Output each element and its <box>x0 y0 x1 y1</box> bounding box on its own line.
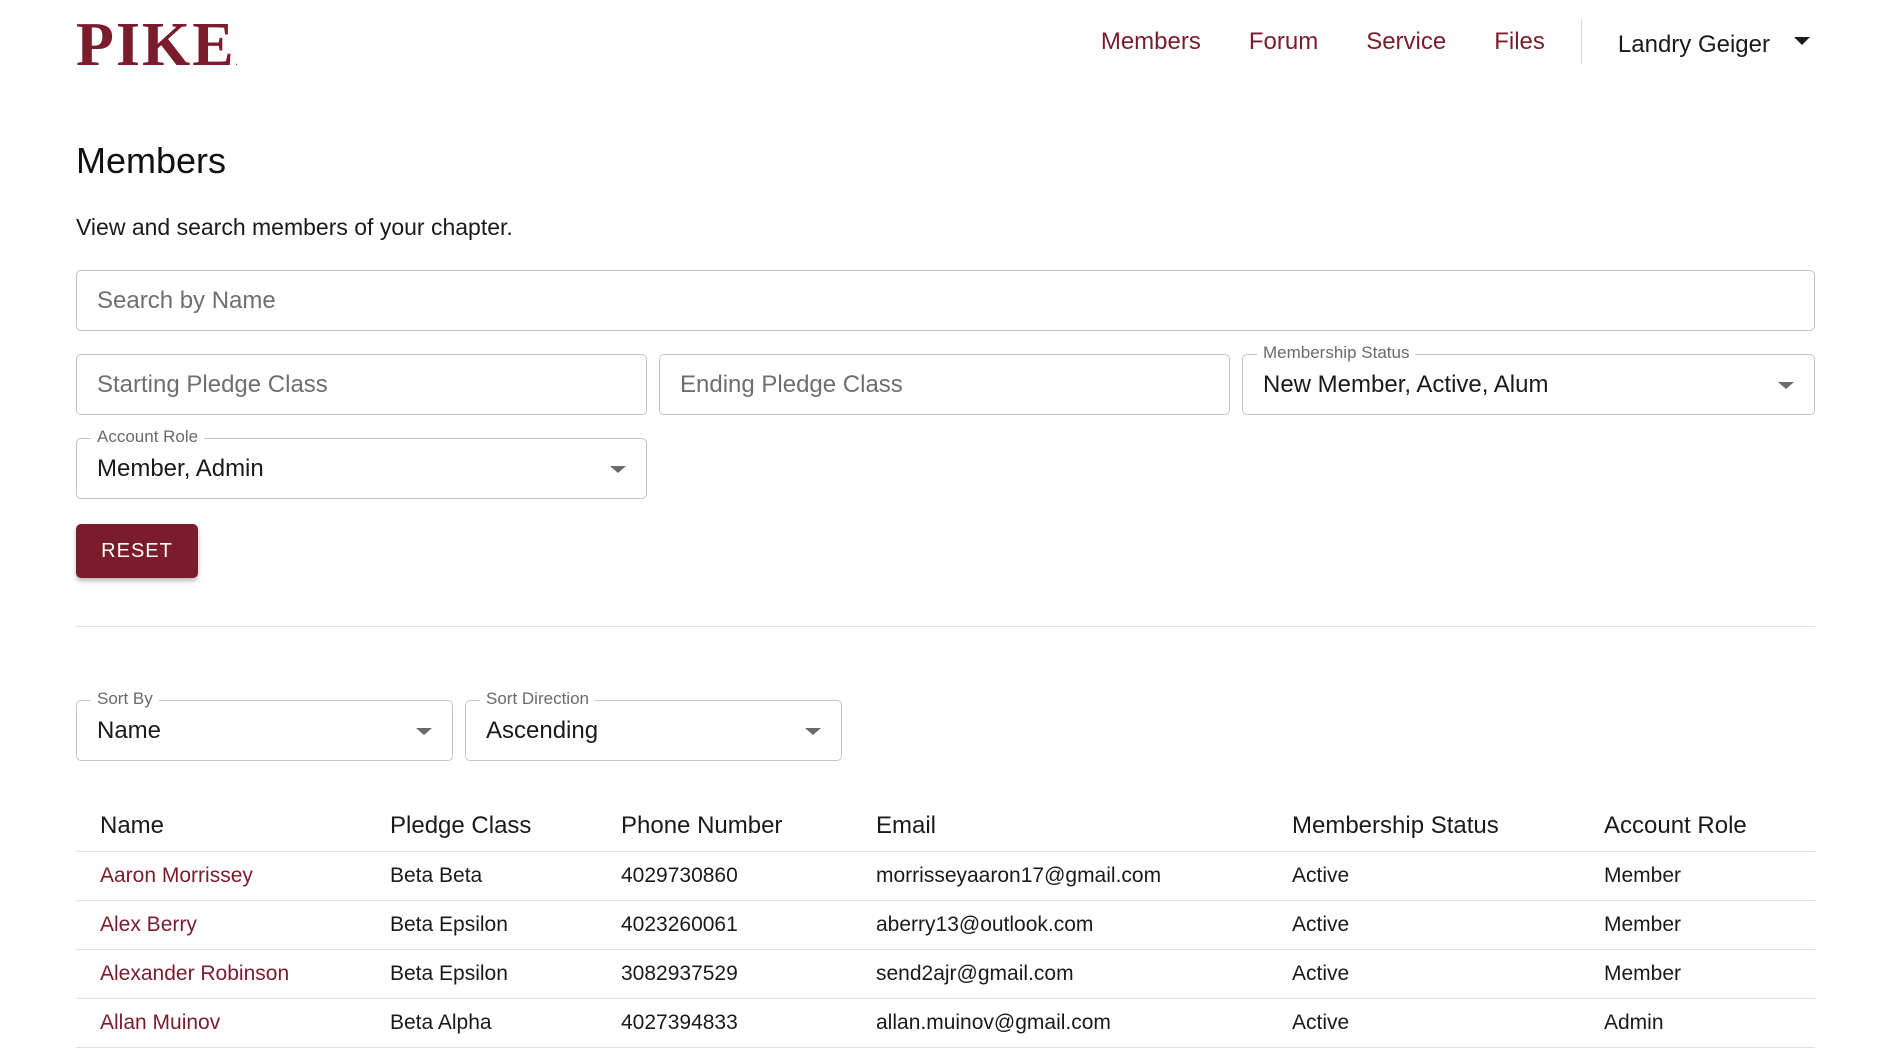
membership-status-label: Membership Status <box>1257 343 1416 363</box>
nav-link-forum[interactable]: Forum <box>1249 28 1318 56</box>
page-title: Members <box>76 140 227 181</box>
phone-cell: 3082937529 <box>621 962 738 985</box>
account-role-select[interactable]: Account Role Member, Admin <box>76 427 647 499</box>
pledge-class-cell: Beta Beta <box>390 864 483 887</box>
nav-divider <box>1580 20 1582 64</box>
email-cell: aberry13@outlook.com <box>876 913 1094 936</box>
account-role-cell: Member <box>1604 864 1682 887</box>
table-row: Alex Berry Beta Epsilon 4023260061 aberr… <box>76 901 1815 950</box>
dropdown-arrow-icon <box>610 465 626 473</box>
header-pledge-class[interactable]: Pledge Class <box>390 812 531 840</box>
sort-by-select[interactable]: Sort By Name <box>76 689 453 761</box>
table-row: Alexander Robinson Beta Epsilon 30829375… <box>76 950 1815 999</box>
user-name: Landry Geiger <box>1617 31 1770 58</box>
member-name-link[interactable]: Allan Muinov <box>100 1011 220 1035</box>
sort-direction-select[interactable]: Sort Direction Ascending <box>465 689 842 761</box>
nav-link-members[interactable]: Members <box>1101 28 1201 56</box>
starting-pledge-class-placeholder: Starting Pledge Class <box>97 370 328 398</box>
pledge-class-cell: Beta Alpha <box>390 1011 492 1034</box>
header-account-role[interactable]: Account Role <box>1604 812 1747 840</box>
membership-status-cell: Active <box>1292 962 1350 985</box>
header-name[interactable]: Name <box>100 812 164 840</box>
pledge-class-cell: Beta Epsilon <box>390 962 508 985</box>
dropdown-arrow-icon <box>805 727 821 735</box>
sort-direction-value: Ascending <box>486 716 599 744</box>
search-input[interactable]: Search by Name <box>76 270 1815 331</box>
search-placeholder: Search by Name <box>97 286 276 314</box>
member-name-link[interactable]: Alex Berry <box>100 913 197 937</box>
starting-pledge-class-input[interactable]: Starting Pledge Class <box>76 354 647 415</box>
user-menu[interactable]: Landry Geiger <box>1618 31 1810 59</box>
sort-by-label: Sort By <box>91 689 159 709</box>
brand-logo[interactable]: PIKE. <box>76 14 238 94</box>
header-membership-status[interactable]: Membership Status <box>1292 812 1499 840</box>
ending-pledge-class-placeholder: Ending Pledge Class <box>680 370 903 398</box>
table-row: Allan Muinov Beta Alpha 4027394833 allan… <box>76 999 1815 1048</box>
member-name-link[interactable]: Alexander Robinson <box>100 962 289 986</box>
main-nav: Members Forum Service Files Landry Geige… <box>1101 0 1878 84</box>
membership-status-value: New Member, Active, Alum <box>1263 370 1549 398</box>
table-row: Aaron Morrissey Beta Beta 4029730860 mor… <box>76 852 1815 901</box>
membership-status-cell: Active <box>1292 913 1350 936</box>
member-name-link[interactable]: Aaron Morrissey <box>100 864 253 888</box>
pledge-class-cell: Beta Epsilon <box>390 913 508 936</box>
account-role-label: Account Role <box>91 427 205 447</box>
membership-status-select[interactable]: Membership Status New Member, Active, Al… <box>1242 343 1815 415</box>
email-cell: allan.muinov@gmail.com <box>876 1011 1111 1034</box>
sort-direction-label: Sort Direction <box>480 689 595 709</box>
dropdown-arrow-icon <box>416 727 432 735</box>
table-header-row: Name Pledge Class Phone Number Email Mem… <box>76 800 1815 852</box>
page-description: View and search members of your chapter. <box>76 214 513 240</box>
header-phone-number[interactable]: Phone Number <box>621 812 782 840</box>
chevron-down-icon <box>1794 37 1810 45</box>
reset-button[interactable]: RESET <box>76 524 198 578</box>
email-cell: send2ajr@gmail.com <box>876 962 1074 985</box>
account-role-value: Member, Admin <box>97 454 264 482</box>
section-divider <box>76 626 1815 627</box>
phone-cell: 4023260061 <box>621 913 738 936</box>
dropdown-arrow-icon <box>1778 381 1794 389</box>
account-role-cell: Member <box>1604 913 1682 936</box>
members-table: Name Pledge Class Phone Number Email Mem… <box>76 800 1815 1048</box>
nav-link-files[interactable]: Files <box>1494 28 1545 56</box>
membership-status-cell: Active <box>1292 864 1350 887</box>
membership-status-cell: Active <box>1292 1011 1350 1034</box>
account-role-cell: Admin <box>1604 1011 1664 1034</box>
ending-pledge-class-input[interactable]: Ending Pledge Class <box>659 354 1230 415</box>
email-cell: morrisseyaaron17@gmail.com <box>876 864 1162 887</box>
phone-cell: 4027394833 <box>621 1011 738 1034</box>
phone-cell: 4029730860 <box>621 864 738 887</box>
nav-link-service[interactable]: Service <box>1366 28 1446 56</box>
header-email[interactable]: Email <box>876 812 936 840</box>
top-navbar: PIKE. Members Forum Service Files Landry… <box>0 0 1878 100</box>
sort-by-value: Name <box>97 716 162 744</box>
account-role-cell: Member <box>1604 962 1682 985</box>
